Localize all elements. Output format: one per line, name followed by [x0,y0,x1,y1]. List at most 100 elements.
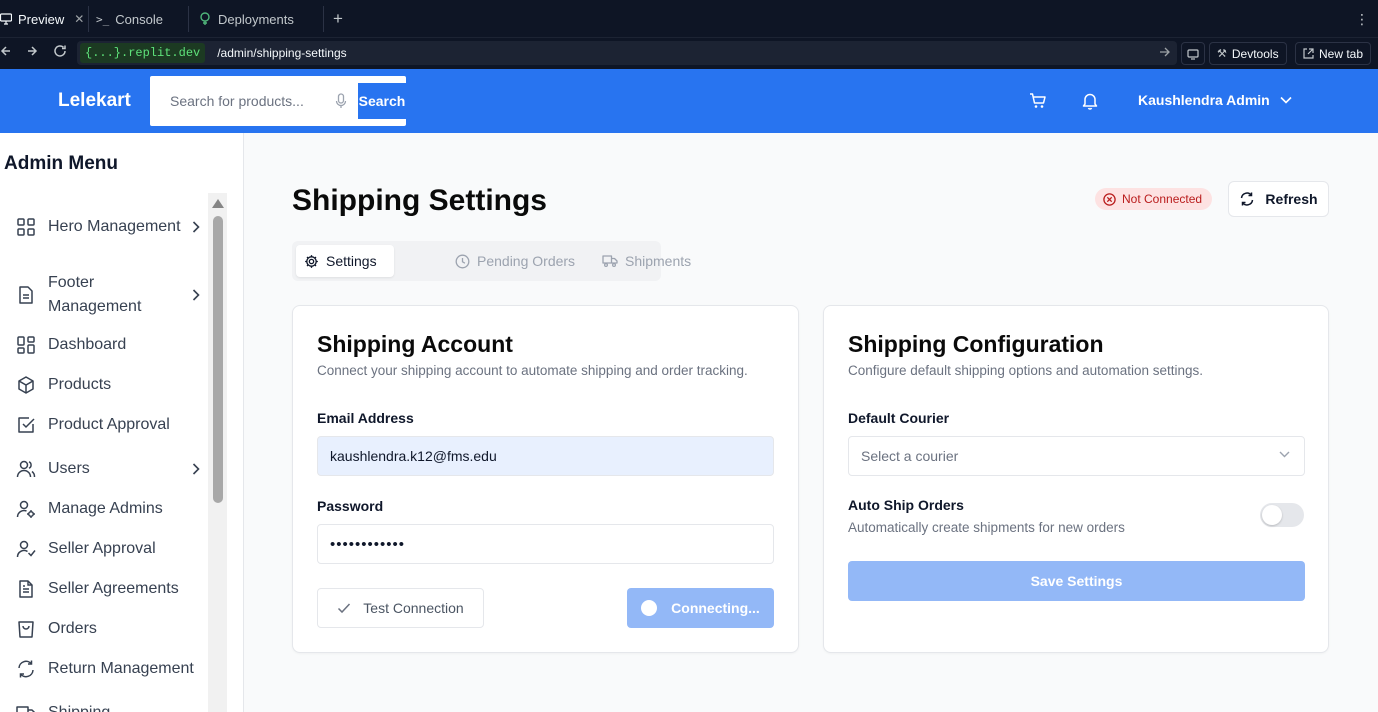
tab-label: Console [115,11,163,27]
microphone-icon[interactable] [335,93,347,109]
tab-divider [323,6,324,32]
main-content: Shipping Settings Not Connected Refresh … [244,133,1378,712]
card-title: Shipping Account [317,331,513,357]
sidebar-item-product-approval[interactable]: Product Approval [16,413,200,437]
card-title: Shipping Configuration [848,331,1104,357]
refresh-label: Refresh [1265,191,1318,207]
terminal-icon: >_ [96,12,110,26]
password-field[interactable]: •••••••••••• [317,524,774,564]
page-title: Shipping Settings [292,184,547,217]
url-host: {...}.replit.dev [80,43,206,63]
tab-deployments[interactable]: Deployments [198,0,323,38]
user-menu[interactable]: Kaushlendra Admin [1138,92,1292,108]
sidebar-item-label: Footer Management [48,274,142,315]
back-icon[interactable] [0,44,12,58]
refresh-button[interactable]: Refresh [1228,181,1329,217]
sidebar-item-dashboard[interactable]: Dashboard [16,333,200,357]
tab-divider [188,6,189,32]
sidebar-item-seller-agreements[interactable]: Seller Agreements [16,577,200,601]
sidebar-item-footer-management[interactable]: Footer Management [16,271,200,319]
sidebar-item-label: Dashboard [48,336,127,353]
gear-icon [304,254,319,269]
save-settings-button[interactable]: Save Settings [848,561,1305,601]
sidebar-item-hero-management[interactable]: Hero Management [16,203,200,251]
test-connection-button[interactable]: Test Connection [317,588,484,628]
app-header: Lelekart Search Kaushlendra Admin [0,69,1378,133]
shipping-account-card: Shipping Account Connect your shipping a… [292,305,799,653]
sidebar-item-label: Seller Agreements [48,580,179,597]
scroll-up-arrow-icon[interactable] [212,199,224,208]
sidebar-item-label: Users [48,460,90,477]
sidebar-item-users[interactable]: Users [16,457,200,481]
sidebar-item-orders[interactable]: Orders [16,617,200,641]
auto-ship-toggle[interactable] [1260,503,1304,527]
url-field[interactable]: {...}.replit.dev /admin/shipping-setting… [77,41,1177,65]
email-field[interactable]: kaushlendra.k12@fms.edu [317,436,774,476]
shopping-bag-icon [16,619,36,639]
devtools-label: Devtools [1231,46,1279,61]
tab-pending-orders[interactable]: Pending Orders [447,245,583,277]
document-icon [16,285,36,305]
save-settings-label: Save Settings [1030,573,1123,589]
address-bar: {...}.replit.dev /admin/shipping-setting… [0,38,1378,69]
grid-icon [16,217,36,237]
sidebar-item-seller-approval[interactable]: Seller Approval [16,537,200,561]
tab-label: Pending Orders [477,253,576,269]
chevron-right-icon [192,289,200,301]
search-input[interactable] [170,90,330,112]
settings-tabs: Settings Pending Orders Shipments [292,241,691,281]
truck-icon [16,703,36,712]
tab-label: Settings [326,253,377,269]
chevron-right-icon [192,221,200,233]
scrollbar-thumb[interactable] [213,216,223,503]
devtools-button[interactable]: ⚒ Devtools [1209,42,1287,65]
refresh-icon [1239,191,1255,207]
go-arrow-icon[interactable] [1159,46,1171,58]
sidebar-item-manage-admins[interactable]: Manage Admins [16,497,200,521]
chevron-down-icon [1280,96,1292,104]
tab-settings[interactable]: Settings [296,245,394,277]
dashboard-icon [16,335,36,355]
deploy-icon [198,12,212,26]
bell-icon[interactable] [1082,92,1098,110]
x-circle-icon [1103,192,1116,206]
reload-icon[interactable] [53,44,67,58]
new-tab-plus-icon[interactable]: + [333,0,347,38]
truck-icon [602,254,618,268]
more-vertical-icon[interactable]: ⋮ [1355,0,1369,38]
clock-icon [455,254,470,269]
shipping-configuration-card: Shipping Configuration Configure default… [823,305,1329,653]
password-label: Password [317,498,384,514]
refresh-icon [16,659,36,679]
cart-icon[interactable] [1029,92,1047,110]
close-icon[interactable]: ✕ [74,12,84,26]
forward-icon[interactable] [26,44,38,58]
courier-select[interactable]: Select a courier [848,436,1305,476]
email-label: Email Address [317,410,414,426]
brand-logo[interactable]: Lelekart [58,90,131,112]
auto-ship-label: Auto Ship Orders [848,497,964,513]
sidebar-title: Admin Menu [4,153,118,174]
new-tab-button[interactable]: New tab [1295,42,1372,65]
connect-button[interactable]: Connecting... [627,588,774,628]
tab-label: Preview [18,11,65,27]
sidebar-item-return-management[interactable]: Return Management [16,657,212,681]
tab-preview[interactable]: Preview ✕ [0,0,88,38]
sidebar-item-label: Shipping [48,701,200,712]
courier-label: Default Courier [848,410,950,426]
spinner-icon [641,600,658,616]
external-link-icon [1303,48,1314,59]
tab-shipments[interactable]: Shipments [594,245,699,277]
connect-label: Connecting... [671,600,760,616]
device-preview-button[interactable] [1181,42,1205,65]
card-description: Connect your shipping account to automat… [317,363,748,378]
users-icon [16,459,36,479]
file-text-icon [16,579,36,599]
tab-console[interactable]: >_ Console [96,0,188,38]
sidebar-item-products[interactable]: Products [16,373,200,397]
sidebar-item-label: Manage Admins [48,500,163,517]
search-button[interactable]: Search [358,83,406,119]
courier-placeholder: Select a courier [861,448,959,464]
sidebar-item-label: Seller Approval [48,540,156,557]
sidebar-item-shipping[interactable]: Shipping [16,701,200,712]
